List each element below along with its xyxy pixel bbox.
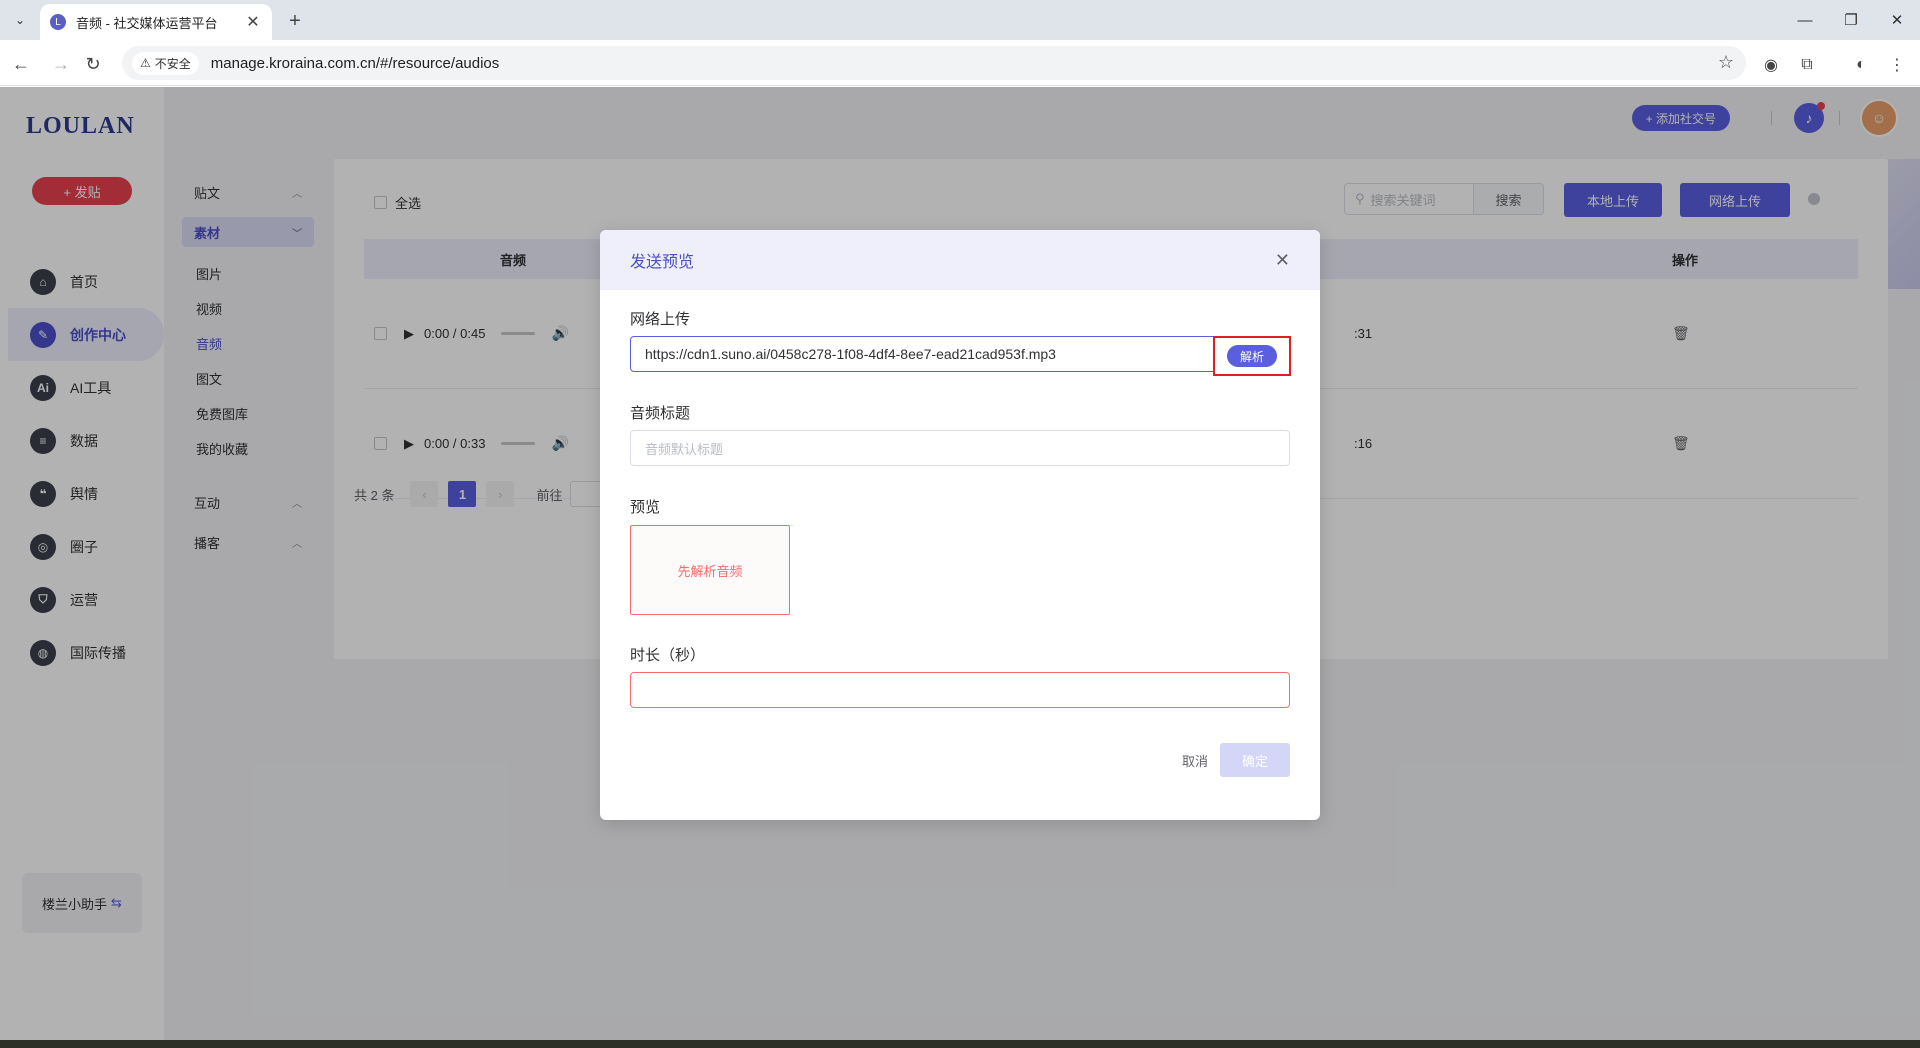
url-text[interactable]: manage.kroraina.com.cn/#/resource/audios xyxy=(211,55,500,72)
send-preview-dialog: 发送预览 ✕ 网络上传 https://cdn1.suno.ai/0458c27… xyxy=(600,230,1320,820)
restore-icon[interactable]: ❐ xyxy=(1836,8,1866,32)
back-icon[interactable]: ← xyxy=(8,51,34,77)
close-icon[interactable]: ✕ xyxy=(1275,250,1290,271)
insecure-label: 不安全 xyxy=(154,56,191,71)
os-taskbar xyxy=(0,1040,1920,1048)
tab-close-icon[interactable]: ✕ xyxy=(244,12,262,32)
preview-box: 先解析音频 xyxy=(630,525,790,615)
duration-input[interactable] xyxy=(630,672,1290,708)
duration-label: 时长（秒） xyxy=(630,647,706,664)
tab-title: 音频 - 社交媒体运营平台 xyxy=(76,15,218,31)
parse-highlight-box: 解析 xyxy=(1213,336,1291,376)
parse-button[interactable]: 解析 xyxy=(1227,345,1277,367)
bookmark-star-icon[interactable]: ☆ xyxy=(1718,52,1734,73)
browser-tab-strip: ⌄ L 音频 - 社交媒体运营平台 ✕ + — ❐ ✕ xyxy=(0,0,1920,40)
audio-title-input[interactable]: 音频默认标题 xyxy=(630,430,1290,466)
extensions-puzzle-icon[interactable]: ⧉ xyxy=(1796,54,1818,76)
dialog-header: 发送预览 ✕ xyxy=(600,230,1320,290)
confirm-button[interactable]: 确定 xyxy=(1220,743,1290,777)
audio-url-input[interactable]: https://cdn1.suno.ai/0458c278-1f08-4df4-… xyxy=(630,336,1215,372)
favicon-icon: L xyxy=(50,14,66,30)
security-chip[interactable]: ⚠ 不安全 xyxy=(132,51,199,75)
window-close-icon[interactable]: ✕ xyxy=(1882,8,1912,32)
tab-search-icon[interactable]: ⌄ xyxy=(8,8,32,32)
reload-icon[interactable]: ↻ xyxy=(80,51,106,77)
cancel-button[interactable]: 取消 xyxy=(1170,743,1220,777)
address-bar: ← → ↻ ⚠ 不安全 manage.kroraina.com.cn/#/res… xyxy=(0,40,1920,86)
forward-icon[interactable]: → xyxy=(48,51,74,77)
audio-title-label: 音频标题 xyxy=(630,405,691,422)
new-tab-icon[interactable]: + xyxy=(282,8,308,34)
extension-circle-icon[interactable]: ◉ xyxy=(1760,54,1782,76)
browser-menu-icon[interactable]: ⋮ xyxy=(1886,54,1908,76)
warning-icon: ⚠ xyxy=(140,56,151,70)
network-upload-label: 网络上传 xyxy=(630,311,691,328)
browser-tab[interactable]: L 音频 - 社交媒体运营平台 ✕ xyxy=(40,4,272,40)
omnibox[interactable]: ⚠ 不安全 manage.kroraina.com.cn/#/resource/… xyxy=(122,46,1746,80)
minimize-icon[interactable]: — xyxy=(1790,8,1820,32)
preview-label: 预览 xyxy=(630,499,661,516)
dialog-title: 发送预览 xyxy=(630,254,695,271)
profile-icon[interactable]: ◐ xyxy=(1850,54,1872,76)
